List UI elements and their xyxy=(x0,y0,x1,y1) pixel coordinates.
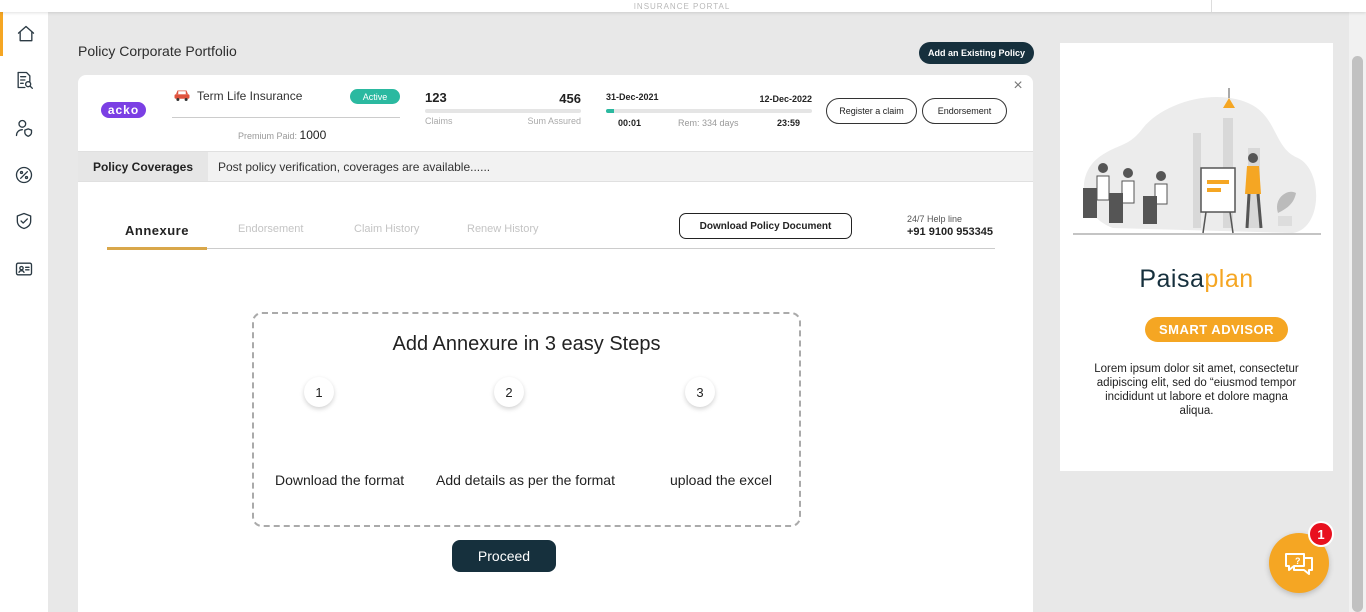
top-bar: INSURANCE PORTAL xyxy=(0,0,1366,12)
claims-bar xyxy=(425,109,581,113)
step-number-2: 2 xyxy=(494,377,524,407)
percent-badge-icon xyxy=(15,166,33,184)
product-name: Term Life Insurance xyxy=(197,89,303,103)
ad-description: Lorem ipsum dolor sit amet, consectetur … xyxy=(1094,363,1299,417)
notification-badge: 1 xyxy=(1308,521,1334,547)
sidebar-item-claims[interactable] xyxy=(0,199,48,243)
page-title: Policy Corporate Portfolio xyxy=(78,43,237,59)
end-time: 23:59 xyxy=(776,118,800,128)
tab-claim-history[interactable]: Claim History xyxy=(354,223,419,235)
smart-advisor-badge[interactable]: SMART ADVISOR xyxy=(1145,317,1288,342)
topbar-divider xyxy=(1211,0,1212,12)
advisor-brand-logo: Paisaplan xyxy=(1060,265,1333,294)
chat-help-icon: ? xyxy=(1285,553,1313,575)
claims-count: 123 xyxy=(425,90,447,105)
sidebar-item-discount[interactable] xyxy=(0,153,48,197)
claims-label: Claims xyxy=(425,116,453,126)
helpline-number[interactable]: +91 9100 953345 xyxy=(907,226,993,238)
brand-part-1: Paisa xyxy=(1139,265,1205,293)
brand-part-2: plan xyxy=(1204,265,1254,293)
sidebar-item-home[interactable] xyxy=(0,12,48,56)
progress-fill xyxy=(606,109,615,113)
svg-text:?: ? xyxy=(1295,556,1301,566)
page-scrollbar[interactable] xyxy=(1349,12,1366,612)
step-label-3: upload the excel xyxy=(670,472,772,488)
sidebar-item-user-shield[interactable] xyxy=(0,106,48,150)
steps-title: Add Annexure in 3 easy Steps xyxy=(392,333,661,355)
annexure-steps-panel: Add Annexure in 3 easy Steps 1 2 3 Downl… xyxy=(252,312,801,527)
sidebar xyxy=(0,12,48,612)
download-policy-document-button[interactable]: Download Policy Document xyxy=(679,213,852,239)
policy-term-progress xyxy=(606,109,812,113)
portal-label: INSURANCE PORTAL xyxy=(633,2,731,11)
policy-card: × acko Term Life Insurance Active Premiu… xyxy=(78,75,1033,612)
coverages-text: Post policy verification, coverages are … xyxy=(218,160,491,174)
insurer-logo: acko xyxy=(101,102,146,118)
sum-assured-value: 456 xyxy=(559,91,581,106)
policy-coverages-strip: Policy Coverages Post policy verificatio… xyxy=(78,151,1033,182)
add-existing-policy-button[interactable]: Add an Existing Policy xyxy=(919,42,1034,64)
advisor-ad-panel: Paisaplan SMART ADVISOR Lorem ipsum dolo… xyxy=(1060,43,1333,471)
sidebar-item-id-card[interactable] xyxy=(0,247,48,291)
premium-paid: Premium Paid: 1000 xyxy=(238,128,326,142)
status-badge: Active xyxy=(350,89,400,104)
premium-value: 1000 xyxy=(299,128,327,142)
helpline-label: 24/7 Help line xyxy=(907,214,963,224)
active-tab-indicator xyxy=(107,247,207,250)
close-icon[interactable]: × xyxy=(1010,77,1026,95)
tab-annexure[interactable]: Annexure xyxy=(125,223,189,238)
shield-check-icon xyxy=(16,212,32,230)
proceed-button[interactable]: Proceed xyxy=(452,540,556,572)
policy-start-date: 31-Dec-2021 xyxy=(606,92,659,102)
remaining-days: Rem: 334 days xyxy=(678,118,739,128)
start-time: 00:01 xyxy=(618,118,642,128)
premium-label: Premium Paid: xyxy=(238,131,298,141)
home-icon xyxy=(17,25,34,42)
id-card-icon xyxy=(15,262,33,276)
scrollbar-thumb[interactable] xyxy=(1352,56,1363,612)
tab-renew-history[interactable]: Renew History xyxy=(467,223,539,235)
step-label-1: Download the format xyxy=(275,472,405,488)
user-shield-icon xyxy=(15,119,33,137)
car-icon xyxy=(174,90,190,101)
policy-end-date: 12-Dec-2022 xyxy=(759,94,812,104)
step-label-2: Add details as per the format xyxy=(436,472,615,488)
step-number-1: 1 xyxy=(304,377,334,407)
coverages-label: Policy Coverages xyxy=(78,152,208,181)
endorsement-button[interactable]: Endorsement xyxy=(922,98,1007,124)
register-claim-button[interactable]: Register a claim xyxy=(826,98,917,124)
tab-endorsement[interactable]: Endorsement xyxy=(238,223,303,235)
sidebar-item-policy-search[interactable] xyxy=(0,58,48,102)
meeting-illustration xyxy=(1073,88,1321,235)
step-number-3: 3 xyxy=(685,377,715,407)
app-root: INSURANCE PORTAL Policy Corporate Portfo… xyxy=(0,0,1366,612)
document-search-icon xyxy=(17,71,33,90)
sum-assured-label: Sum Assured xyxy=(527,116,581,126)
divider xyxy=(172,117,400,118)
tabs-baseline xyxy=(107,248,995,249)
